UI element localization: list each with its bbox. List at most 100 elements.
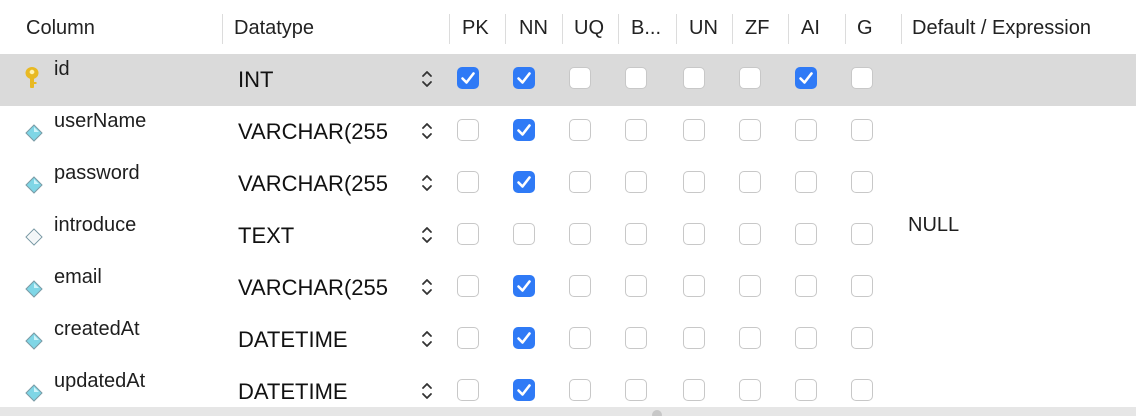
default-expression-cell[interactable]: NULL [908,210,959,240]
g-checkbox[interactable] [851,67,873,89]
header-divider[interactable] [676,14,677,44]
g-checkbox[interactable] [851,223,873,245]
pk-checkbox[interactable] [457,119,479,141]
datatype-stepper-icon[interactable] [419,378,435,404]
table-row[interactable]: introduce TEXT NULL [0,210,1136,262]
datatype-cell[interactable]: INT [238,65,414,95]
zf-checkbox[interactable] [739,171,761,193]
g-checkbox[interactable] [851,275,873,297]
nn-checkbox[interactable] [513,67,535,89]
zf-checkbox[interactable] [739,67,761,89]
datatype-stepper-icon[interactable] [419,170,435,196]
zf-checkbox[interactable] [739,327,761,349]
zf-checkbox[interactable] [739,275,761,297]
header-column[interactable]: Column [26,0,95,54]
datatype-stepper-icon[interactable] [419,222,435,248]
header-divider[interactable] [505,14,506,44]
header-pk[interactable]: PK [462,0,489,54]
header-zf[interactable]: ZF [745,0,769,54]
datatype-cell[interactable]: DATETIME [238,377,414,407]
table-row[interactable]: createdAt DATETIME [0,314,1136,366]
header-divider[interactable] [222,14,223,44]
g-checkbox[interactable] [851,171,873,193]
pk-checkbox[interactable] [457,171,479,193]
uq-checkbox[interactable] [569,379,591,401]
datatype-cell[interactable]: VARCHAR(255 [238,117,414,147]
ai-checkbox[interactable] [795,379,817,401]
un-checkbox[interactable] [683,171,705,193]
ai-checkbox[interactable] [795,67,817,89]
header-ai[interactable]: AI [801,0,820,54]
column-name-cell[interactable]: password [54,158,140,188]
pk-checkbox[interactable] [457,223,479,245]
uq-checkbox[interactable] [569,275,591,297]
datatype-cell[interactable]: VARCHAR(255 [238,169,414,199]
nn-checkbox[interactable] [513,171,535,193]
ai-checkbox[interactable] [795,171,817,193]
un-checkbox[interactable] [683,275,705,297]
datatype-cell[interactable]: TEXT [238,221,414,251]
datatype-stepper-icon[interactable] [419,118,435,144]
b-checkbox[interactable] [625,119,647,141]
nn-checkbox[interactable] [513,223,535,245]
uq-checkbox[interactable] [569,223,591,245]
table-row[interactable]: userName VARCHAR(255 [0,106,1136,158]
b-checkbox[interactable] [625,223,647,245]
b-checkbox[interactable] [625,327,647,349]
resize-handle[interactable] [652,410,662,416]
un-checkbox[interactable] [683,327,705,349]
datatype-cell[interactable]: VARCHAR(255 [238,273,414,303]
table-row[interactable]: password VARCHAR(255 [0,158,1136,210]
b-checkbox[interactable] [625,67,647,89]
header-divider[interactable] [901,14,902,44]
nn-checkbox[interactable] [513,119,535,141]
header-datatype[interactable]: Datatype [234,0,314,54]
ai-checkbox[interactable] [795,327,817,349]
datatype-cell[interactable]: DATETIME [238,325,414,355]
table-row[interactable]: email VARCHAR(255 [0,262,1136,314]
nn-checkbox[interactable] [513,327,535,349]
b-checkbox[interactable] [625,171,647,193]
header-divider[interactable] [788,14,789,44]
g-checkbox[interactable] [851,327,873,349]
zf-checkbox[interactable] [739,223,761,245]
column-name-cell[interactable]: createdAt [54,314,140,344]
un-checkbox[interactable] [683,119,705,141]
nn-checkbox[interactable] [513,379,535,401]
header-g[interactable]: G [857,0,873,54]
pk-checkbox[interactable] [457,275,479,297]
uq-checkbox[interactable] [569,119,591,141]
column-name-cell[interactable]: userName [54,106,146,136]
uq-checkbox[interactable] [569,171,591,193]
header-divider[interactable] [562,14,563,44]
un-checkbox[interactable] [683,67,705,89]
pk-checkbox[interactable] [457,67,479,89]
zf-checkbox[interactable] [739,119,761,141]
b-checkbox[interactable] [625,379,647,401]
header-uq[interactable]: UQ [574,0,604,54]
ai-checkbox[interactable] [795,223,817,245]
header-default[interactable]: Default / Expression [912,0,1091,54]
uq-checkbox[interactable] [569,67,591,89]
un-checkbox[interactable] [683,379,705,401]
nn-checkbox[interactable] [513,275,535,297]
g-checkbox[interactable] [851,379,873,401]
column-name-cell[interactable]: updatedAt [54,366,145,396]
datatype-stepper-icon[interactable] [419,326,435,352]
pk-checkbox[interactable] [457,327,479,349]
zf-checkbox[interactable] [739,379,761,401]
pk-checkbox[interactable] [457,379,479,401]
b-checkbox[interactable] [625,275,647,297]
header-nn[interactable]: NN [519,0,548,54]
un-checkbox[interactable] [683,223,705,245]
column-name-cell[interactable]: introduce [54,210,136,240]
header-divider[interactable] [618,14,619,44]
header-un[interactable]: UN [689,0,718,54]
header-b[interactable]: B... [631,0,661,54]
table-row[interactable]: id INT [0,54,1136,106]
header-divider[interactable] [845,14,846,44]
uq-checkbox[interactable] [569,327,591,349]
header-divider[interactable] [449,14,450,44]
column-name-cell[interactable]: email [54,262,102,292]
datatype-stepper-icon[interactable] [419,66,435,92]
